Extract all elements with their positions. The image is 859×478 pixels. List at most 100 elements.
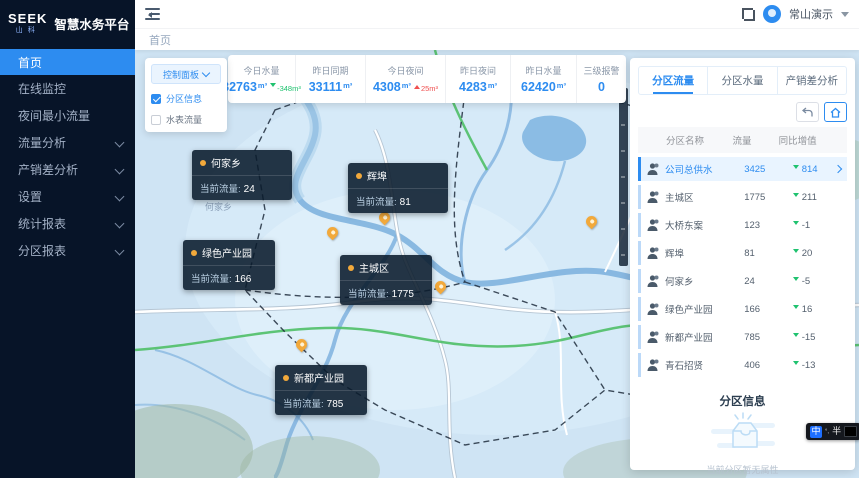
username[interactable]: 常山演示 (789, 6, 833, 22)
sidebar-item-label: 在线监控 (18, 80, 66, 97)
zone-name: 主城区 (359, 260, 389, 275)
checkbox-label: 水表流量 (166, 113, 202, 126)
stat-value: 32763 (222, 80, 257, 94)
flow-label: 当前流量: (348, 289, 389, 300)
table-row[interactable]: 公司总供水 3425 814 (638, 157, 847, 181)
map-tooltip-xindu-park[interactable]: 新都产业园 当前流量:785 (275, 365, 367, 415)
zone-flow: 1775 (744, 192, 790, 203)
stat-label: 昨日同期 (312, 64, 348, 77)
zone-flow: 81 (744, 248, 790, 259)
zone-name: 主城区 (665, 190, 744, 204)
ime-toolbar[interactable]: 中 °, 半 (806, 423, 859, 440)
stat-value: 4283 (459, 80, 487, 94)
table-row[interactable]: 主城区 1775 211 (638, 185, 847, 209)
delta-down-icon (793, 361, 799, 368)
zone-flow: 3425 (744, 164, 790, 175)
delta-down-icon (793, 221, 799, 228)
ime-language-icon[interactable]: 中 (810, 426, 822, 438)
table-row[interactable]: 何家乡 24 -5 (638, 269, 847, 293)
zone-icon (645, 190, 660, 204)
map-tooltip-green-park[interactable]: 绿色产业园 当前流量:166 (183, 240, 275, 290)
sidebar-item-zone-report[interactable]: 分区报表 (0, 237, 135, 264)
stat-unit: m³ (488, 81, 497, 90)
ime-halfwidth[interactable]: 半 (832, 427, 841, 436)
home-button[interactable] (824, 102, 847, 122)
flow-label: 当前流量: (200, 184, 241, 195)
stats-bar: 今日水量 32763m³-348m³ 昨日同期 33111m³ 今日夜间 430… (228, 55, 626, 103)
zone-icon (645, 162, 660, 176)
zone-dot-icon (283, 375, 289, 381)
zone-change: 20 (802, 248, 813, 259)
table-row[interactable]: 大桥东案 123 -1 (638, 213, 847, 237)
stat-unit: m³ (557, 81, 566, 90)
zone-name: 新都产业园 (665, 330, 744, 344)
stat-card-yesterday-same-period: 昨日同期 33111m³ (296, 55, 366, 103)
sidebar-item-nrw-analysis[interactable]: 产销差分析 (0, 156, 135, 183)
sidebar-toggle-icon[interactable] (145, 8, 160, 20)
zone-data-panel: 分区流量 分区水量 产销差分析 分区名称 流量 同比增值 公司总供水 3425 … (630, 58, 855, 470)
sidebar-item-label: 产销差分析 (18, 161, 78, 178)
stat-card-today-volume: 今日水量 32763m³-348m³ (228, 55, 296, 103)
delta-down-icon (793, 193, 799, 200)
row-chevron-icon[interactable] (834, 165, 842, 173)
checkbox-label: 分区信息 (166, 92, 202, 105)
stat-label: 今日夜间 (387, 64, 423, 77)
sidebar-item-label: 夜间最小流量 (18, 107, 90, 124)
user-menu-caret-icon[interactable] (841, 12, 849, 21)
avatar[interactable] (763, 5, 781, 23)
chevron-down-icon (115, 138, 125, 148)
zone-change: 814 (802, 164, 818, 175)
breadcrumb-bar: 首页 (135, 28, 859, 50)
checkbox-unchecked-icon[interactable] (151, 115, 161, 125)
map-tooltip-huibu[interactable]: 辉埠 当前流量:81 (348, 163, 448, 213)
stat-label: 昨日水量 (525, 64, 561, 77)
sidebar-item-statistics-report[interactable]: 统计报表 (0, 210, 135, 237)
table-row[interactable]: 辉埠 81 20 (638, 241, 847, 265)
empty-box-icon (707, 409, 779, 457)
tab-nrw-analysis[interactable]: 产销差分析 (778, 67, 846, 94)
flow-value: 166 (235, 274, 252, 285)
checkbox-meter-flow[interactable]: 水表流量 (151, 113, 221, 126)
home-icon (830, 107, 841, 118)
checkbox-checked-icon[interactable] (151, 94, 161, 104)
zone-flow: 123 (744, 220, 790, 231)
sidebar-item-flow-analysis[interactable]: 流量分析 (0, 129, 135, 156)
zone-dot-icon (348, 265, 354, 271)
fullscreen-icon[interactable] (742, 8, 755, 21)
table-row[interactable]: 新都产业园 785 -15 (638, 325, 847, 349)
table-row[interactable]: 绿色产业园 166 16 (638, 297, 847, 321)
control-panel-button[interactable]: 控制面板 (151, 64, 221, 84)
empty-state-text: 当前分区暂无属性 (706, 463, 778, 476)
checkbox-zone-info[interactable]: 分区信息 (151, 92, 221, 105)
tab-zone-volume[interactable]: 分区水量 (708, 67, 777, 94)
breadcrumb[interactable]: 首页 (149, 32, 171, 48)
tab-zone-flow[interactable]: 分区流量 (639, 67, 708, 94)
stat-card-yesterday-night: 昨日夜间 4283m³ (446, 55, 511, 103)
table-row[interactable]: 青石招贤 406 -13 (638, 353, 847, 377)
map-tooltip-main-city[interactable]: 主城区 当前流量:1775 (340, 255, 432, 305)
map-tooltip-hejiaxiang[interactable]: 何家乡 当前流量:24 (192, 150, 292, 200)
sidebar-item-home[interactable]: 首页 (0, 49, 135, 75)
col-flow: 流量 (732, 133, 778, 147)
zone-dot-icon (200, 160, 206, 166)
zone-table: 公司总供水 3425 814 主城区 1775 211 大桥东案 123 -1 … (638, 157, 847, 381)
back-button[interactable] (796, 102, 819, 122)
zone-icon (645, 302, 660, 316)
sidebar-item-settings[interactable]: 设置 (0, 183, 135, 210)
sidebar-item-online-monitoring[interactable]: 在线监控 (0, 75, 135, 102)
flow-label: 当前流量: (191, 274, 232, 285)
empty-state: 当前分区暂无属性 (638, 409, 847, 476)
brand-name-cn: 山科 (16, 27, 40, 34)
zone-icon (645, 218, 660, 232)
sidebar-item-night-min-flow[interactable]: 夜间最小流量 (0, 102, 135, 129)
zone-name: 青石招贤 (665, 358, 744, 372)
ime-punctuation[interactable]: °, (825, 429, 829, 435)
brand-name-en: SEEK (8, 12, 47, 25)
zone-name: 大桥东案 (665, 218, 744, 232)
keyboard-icon[interactable] (844, 426, 857, 437)
zone-change: 211 (802, 192, 817, 203)
zone-change: -1 (802, 220, 810, 231)
map-container[interactable]: 何家乡 何家乡 当前流量:24 辉埠 当前流量:81 绿色产业园 当前流量:16… (135, 50, 859, 478)
stat-label: 今日水量 (243, 64, 279, 77)
control-panel-label: 控制面板 (163, 68, 199, 81)
